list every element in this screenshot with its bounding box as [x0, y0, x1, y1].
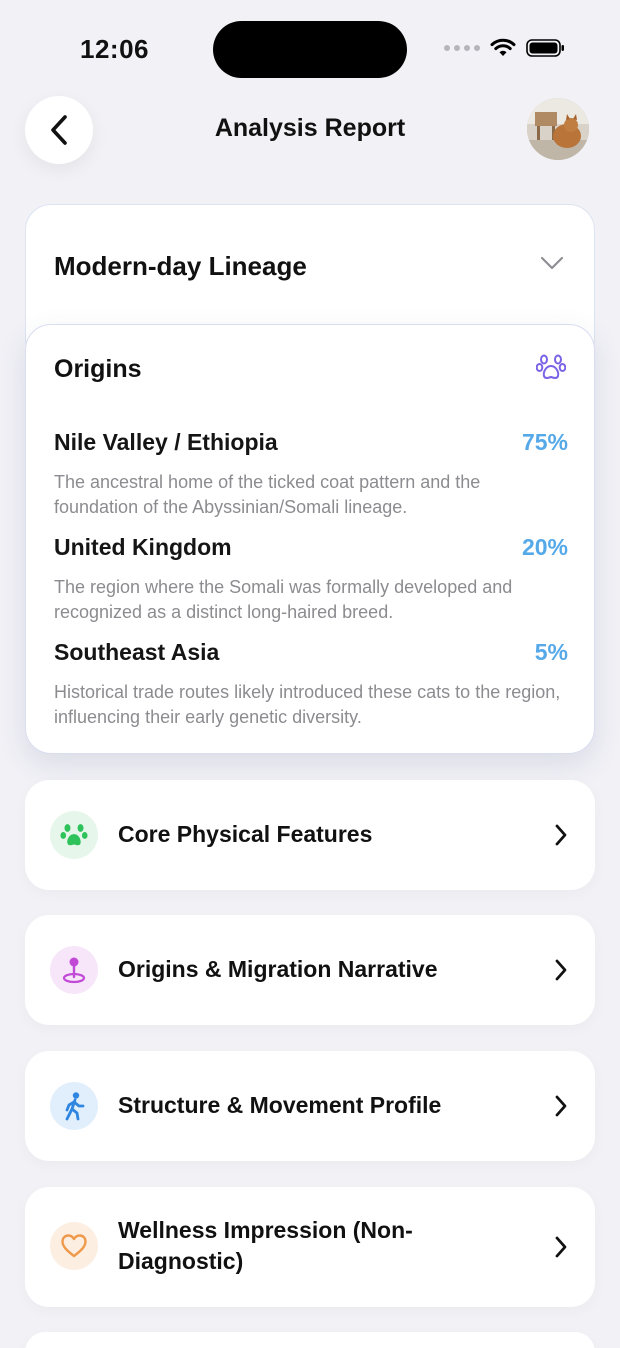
next-section-row[interactable] — [25, 1332, 595, 1348]
signal-icon — [444, 45, 480, 51]
origin-name: Nile Valley / Ethiopia — [54, 429, 278, 455]
wifi-icon — [490, 38, 516, 56]
origin-percent: 75% — [521, 429, 568, 455]
origin-description: Historical trade routes likely introduce… — [54, 682, 561, 727]
origins-card: Origins Nile Valley / Ethiopia 75% The a… — [25, 324, 595, 754]
origin-item: United Kingdom 20% The region where the … — [54, 534, 568, 625]
status-time: 12:06 — [80, 34, 149, 64]
dynamic-island — [213, 21, 407, 78]
chevron-right-icon — [555, 1236, 567, 1258]
cat-photo-icon — [527, 98, 589, 160]
status-bar: 12:06 — [0, 0, 620, 100]
origin-percent: 20% — [521, 534, 568, 560]
origin-name: Southeast Asia — [54, 639, 220, 665]
core-physical-features-row[interactable]: Core Physical Features — [25, 780, 595, 890]
section-label: Wellness Impression (Non-Diagnostic) — [118, 1217, 413, 1274]
chevron-right-icon — [555, 959, 567, 981]
location-pin-icon — [50, 946, 98, 994]
section-label: Structure & Movement Profile — [118, 1092, 442, 1118]
status-icons — [444, 38, 566, 58]
lineage-title: Modern-day Lineage — [54, 251, 307, 281]
structure-movement-row[interactable]: Structure & Movement Profile — [25, 1051, 595, 1161]
section-label: Core Physical Features — [118, 821, 373, 847]
heart-icon — [50, 1222, 98, 1270]
origin-description: The ancestral home of the ticked coat pa… — [54, 472, 481, 517]
battery-icon — [526, 39, 564, 57]
origin-item: Southeast Asia 5% Historical trade route… — [54, 639, 568, 730]
origins-title: Origins — [54, 355, 142, 383]
avatar[interactable] — [527, 98, 589, 160]
nav-header: Analysis Report — [0, 96, 620, 166]
chevron-right-icon — [555, 1095, 567, 1117]
chevron-down-icon — [540, 256, 564, 270]
origin-name: United Kingdom — [54, 534, 232, 560]
wellness-impression-row[interactable]: Wellness Impression (Non-Diagnostic) — [25, 1187, 595, 1307]
origin-item: Nile Valley / Ethiopia 75% The ancestral… — [54, 429, 568, 520]
section-label: Origins & Migration Narrative — [118, 956, 438, 982]
origin-percent: 5% — [534, 639, 568, 665]
paw-icon — [536, 354, 566, 379]
origins-migration-row[interactable]: Origins & Migration Narrative — [25, 915, 595, 1025]
walking-person-icon — [50, 1082, 98, 1130]
origin-description: The region where the Somali was formally… — [54, 577, 513, 622]
paw-icon — [50, 811, 98, 859]
chevron-right-icon — [555, 824, 567, 846]
